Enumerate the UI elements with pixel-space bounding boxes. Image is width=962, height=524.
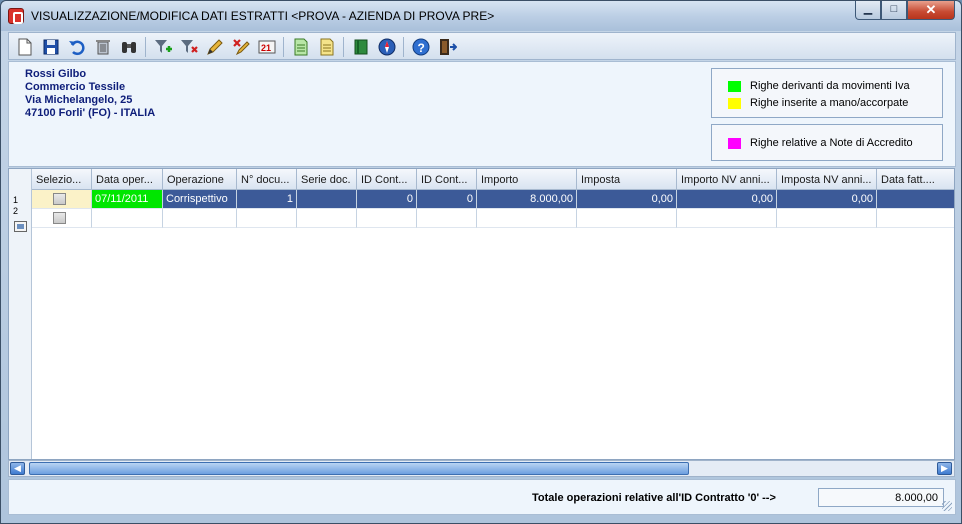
resize-grip[interactable]: [942, 501, 952, 511]
col-header-importo[interactable]: Importo: [477, 169, 577, 190]
total-value: 8.000,00: [818, 488, 944, 507]
title-bar[interactable]: VISUALIZZAZIONE/MODIFICA DATI ESTRATTI <…: [1, 1, 961, 31]
row-checkbox[interactable]: [53, 212, 66, 224]
save-disk-icon[interactable]: [41, 37, 61, 57]
scroll-thumb[interactable]: [29, 462, 689, 475]
edit-pencil-icon[interactable]: [205, 37, 225, 57]
toolbar: 21 ?: [8, 32, 956, 60]
cell-data-operazione[interactable]: 07/11/2011: [92, 190, 163, 209]
company-name: Rossi Gilbo: [25, 68, 87, 80]
row-number: 2: [13, 206, 19, 216]
svg-text:21: 21: [261, 43, 271, 53]
company-info-panel: Rossi Gilbo Commercio Tessile Via Michel…: [8, 61, 956, 167]
cell-data-fattura[interactable]: [877, 209, 954, 228]
scroll-left-arrow-icon[interactable]: ◀: [10, 462, 25, 475]
trash-icon[interactable]: [93, 37, 113, 57]
cell-n-documento[interactable]: 1: [237, 190, 297, 209]
cell-importo[interactable]: [477, 209, 577, 228]
app-icon: [8, 8, 24, 24]
row-selector-column: 1 2: [9, 169, 32, 459]
filter-add-icon[interactable]: [153, 37, 173, 57]
minimize-button[interactable]: ▁: [855, 1, 881, 20]
renumber-icon[interactable]: 21: [257, 37, 277, 57]
cell-imposta[interactable]: [577, 209, 677, 228]
svg-text:?: ?: [418, 41, 425, 55]
cell-imposta[interactable]: 0,00: [577, 190, 677, 209]
toolbar-separator: [145, 37, 146, 57]
binoculars-icon[interactable]: [119, 37, 139, 57]
magenta-swatch: [728, 138, 741, 149]
cell-importo-nv[interactable]: 0,00: [677, 190, 777, 209]
horizontal-scrollbar[interactable]: ◀ ▶: [8, 460, 955, 477]
green-swatch: [728, 81, 741, 92]
maximize-button[interactable]: □: [881, 1, 907, 20]
col-header-id-contratto-2[interactable]: ID Cont...: [417, 169, 477, 190]
row-number: 1: [13, 195, 19, 205]
col-header-data-fattura[interactable]: Data fatt....: [877, 169, 954, 190]
legend-label: Righe relative a Note di Accredito: [750, 137, 913, 149]
company-city: 47100 Forli' (FO) - ITALIA: [25, 107, 156, 119]
clear-selection-icon[interactable]: [231, 37, 251, 57]
col-header-importo-nv[interactable]: Importo NV anni...: [677, 169, 777, 190]
exit-door-icon[interactable]: [437, 37, 457, 57]
cell-operazione[interactable]: [163, 209, 237, 228]
undo-icon[interactable]: [67, 37, 87, 57]
filter-remove-icon[interactable]: [179, 37, 199, 57]
cell-importo-nv[interactable]: [677, 209, 777, 228]
legend-label: Righe inserite a mano/accorpate: [750, 97, 909, 109]
cell-data-fattura[interactable]: [877, 190, 954, 209]
main-window: VISUALIZZAZIONE/MODIFICA DATI ESTRATTI <…: [0, 0, 962, 524]
window-title: VISUALIZZAZIONE/MODIFICA DATI ESTRATTI <…: [31, 9, 495, 23]
col-header-operazione[interactable]: Operazione: [163, 169, 237, 190]
toolbar-separator: [283, 37, 284, 57]
col-header-imposta-nv[interactable]: Imposta NV anni...: [777, 169, 877, 190]
cell-n-documento[interactable]: [237, 209, 297, 228]
yellow-swatch: [728, 98, 741, 109]
col-header-imposta[interactable]: Imposta: [577, 169, 677, 190]
cell-id-contratto-1[interactable]: 0: [357, 190, 417, 209]
row-checkbox[interactable]: [53, 193, 66, 205]
new-row-icon[interactable]: [14, 221, 27, 232]
col-header-n-documento[interactable]: N° docu...: [237, 169, 297, 190]
footer-panel: Totale operazioni relative all'ID Contra…: [8, 479, 956, 515]
compass-icon[interactable]: [377, 37, 397, 57]
yellow-sheet-icon[interactable]: [317, 37, 337, 57]
col-header-id-contratto-1[interactable]: ID Cont...: [357, 169, 417, 190]
green-sheet-icon[interactable]: [291, 37, 311, 57]
cell-id-contratto-2[interactable]: 0: [417, 190, 477, 209]
cell-selezione[interactable]: [32, 190, 92, 209]
cell-id-contratto-1[interactable]: [357, 209, 417, 228]
close-button[interactable]: ✕: [907, 1, 955, 20]
col-header-serie-doc[interactable]: Serie doc.: [297, 169, 357, 190]
legend-label: Righe derivanti da movimenti Iva: [750, 80, 910, 92]
data-grid[interactable]: 1 2 Selezio... Data oper... Operazione N…: [8, 168, 955, 460]
toolbar-separator: [343, 37, 344, 57]
col-header-selezione[interactable]: Selezio...: [32, 169, 92, 190]
book-icon[interactable]: [351, 37, 371, 57]
cell-data-operazione[interactable]: [92, 209, 163, 228]
cell-selezione[interactable]: [32, 209, 92, 228]
toolbar-separator: [403, 37, 404, 57]
new-document-icon[interactable]: [15, 37, 35, 57]
cell-id-contratto-2[interactable]: [417, 209, 477, 228]
legend-box-note: Righe relative a Note di Accredito: [711, 124, 943, 161]
help-icon[interactable]: ?: [411, 37, 431, 57]
cell-imposta-nv[interactable]: 0,00: [777, 190, 877, 209]
cell-serie-doc[interactable]: [297, 209, 357, 228]
company-street: Via Michelangelo, 25: [25, 94, 133, 106]
cell-operazione[interactable]: Corrispettivo: [163, 190, 237, 209]
cell-serie-doc[interactable]: [297, 190, 357, 209]
legend-box-iva: Righe derivanti da movimenti Iva Righe i…: [711, 68, 943, 118]
col-header-data-operazione[interactable]: Data oper...: [92, 169, 163, 190]
cell-importo[interactable]: 8.000,00: [477, 190, 577, 209]
cell-imposta-nv[interactable]: [777, 209, 877, 228]
scroll-right-arrow-icon[interactable]: ▶: [937, 462, 952, 475]
company-activity: Commercio Tessile: [25, 81, 126, 93]
company-address: Rossi Gilbo Commercio Tessile Via Michel…: [25, 68, 155, 120]
total-label: Totale operazioni relative all'ID Contra…: [532, 492, 776, 504]
